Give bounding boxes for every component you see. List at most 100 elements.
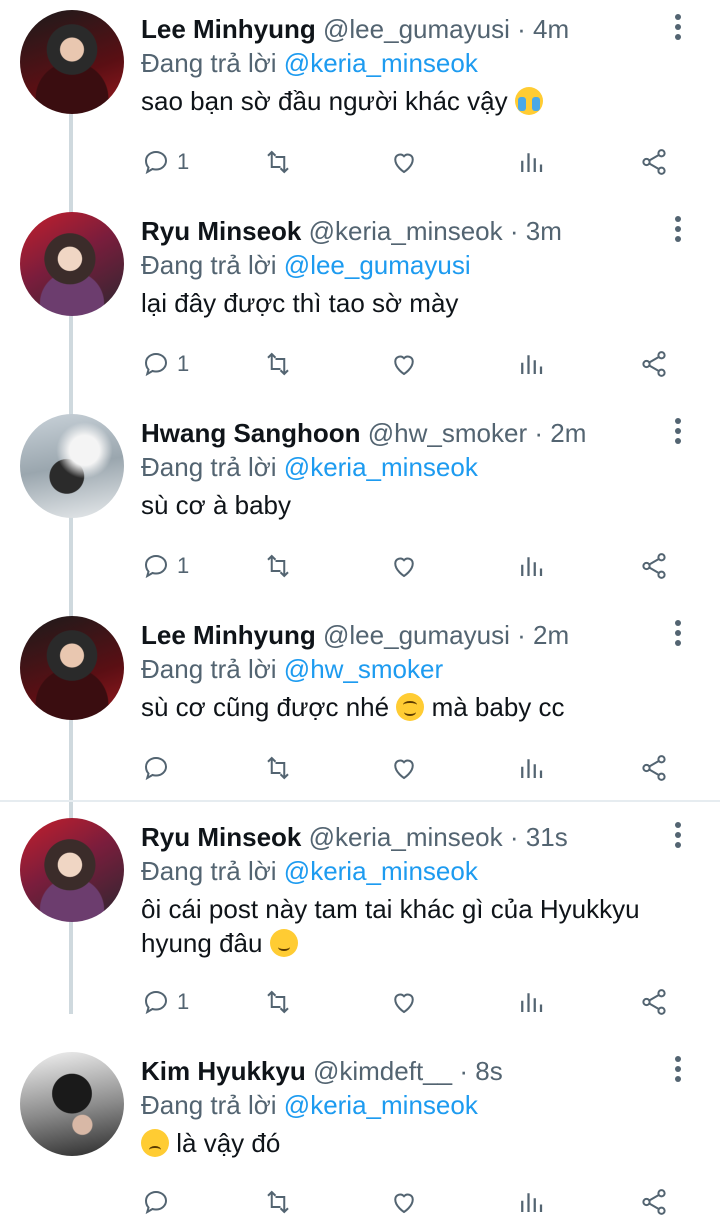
replying-to-mention[interactable]: @lee_gumayusi: [284, 250, 471, 280]
more-options-icon[interactable]: [664, 820, 692, 850]
replying-to-mention[interactable]: @keria_minseok: [284, 856, 478, 886]
tweet-4[interactable]: Lee Minhyung @lee_gumayusi · 2m Đang trả…: [0, 606, 720, 800]
share-button[interactable]: [639, 748, 669, 788]
display-name[interactable]: Ryu Minseok: [141, 822, 301, 852]
retweet-button[interactable]: [263, 344, 293, 384]
like-button[interactable]: [389, 982, 419, 1022]
replying-to-mention[interactable]: @keria_minseok: [284, 452, 478, 482]
tweet-actions: [0, 748, 720, 788]
share-icon: [642, 1189, 666, 1215]
timestamp[interactable]: 3m: [526, 216, 562, 246]
like-button[interactable]: [389, 344, 419, 384]
more-options-icon[interactable]: [664, 214, 692, 244]
avatar[interactable]: [20, 212, 124, 316]
more-options-icon[interactable]: [664, 618, 692, 648]
user-handle[interactable]: @keria_minseok: [309, 216, 503, 246]
display-name[interactable]: Kim Hyukkyu: [141, 1056, 306, 1086]
user-handle[interactable]: @lee_gumayusi: [323, 620, 510, 650]
heart-icon: [394, 355, 414, 376]
reply-button[interactable]: 1: [141, 982, 189, 1022]
speech-bubble-icon: [144, 150, 168, 175]
timestamp[interactable]: 8s: [475, 1056, 502, 1086]
share-button[interactable]: [639, 344, 669, 384]
like-button[interactable]: [389, 142, 419, 182]
user-handle[interactable]: @lee_gumayusi: [323, 14, 510, 44]
separator-dot: ·: [509, 216, 519, 246]
reply-button[interactable]: [141, 1182, 177, 1222]
share-button[interactable]: [639, 142, 669, 182]
view-stats-button[interactable]: [516, 344, 546, 384]
tweet-5[interactable]: Ryu Minseok @keria_minseok · 31s Đang tr…: [0, 808, 720, 1042]
replying-to: Đang trả lời @keria_minseok: [141, 1090, 478, 1120]
replying-to-mention[interactable]: @hw_smoker: [284, 654, 443, 684]
view-stats-button[interactable]: [516, 142, 546, 182]
tweet-header: Lee Minhyung @lee_gumayusi · 2m: [141, 620, 569, 650]
timestamp[interactable]: 31s: [526, 822, 568, 852]
replying-to: Đang trả lời @keria_minseok: [141, 856, 478, 886]
avatar[interactable]: [20, 1052, 124, 1156]
tweet-1[interactable]: Lee Minhyung @lee_gumayusi · 4m Đang trả…: [0, 0, 720, 200]
display-name[interactable]: Hwang Sanghoon: [141, 418, 361, 448]
more-options-icon[interactable]: [664, 12, 692, 42]
more-options-icon[interactable]: [664, 416, 692, 446]
tweet-text: sù cơ à baby: [141, 488, 701, 522]
like-button[interactable]: [389, 546, 419, 586]
replying-to: Đang trả lời @keria_minseok: [141, 48, 478, 78]
share-button[interactable]: [639, 546, 669, 586]
timestamp[interactable]: 2m: [533, 620, 569, 650]
user-handle[interactable]: @keria_minseok: [309, 822, 503, 852]
retweet-icon: [267, 1190, 289, 1214]
reply-button[interactable]: 1: [141, 344, 189, 384]
share-icon: [642, 149, 666, 175]
avatar[interactable]: [20, 818, 124, 922]
tweet-2[interactable]: Ryu Minseok @keria_minseok · 3m Đang trả…: [0, 202, 720, 402]
replying-to-label: Đang trả lời: [141, 654, 277, 684]
reply-button[interactable]: 1: [141, 142, 189, 182]
bar-chart-icon: [521, 1193, 543, 1212]
replying-to-label: Đang trả lời: [141, 1090, 277, 1120]
replying-to-mention[interactable]: @keria_minseok: [284, 48, 478, 78]
separator-dot: ·: [517, 620, 526, 650]
view-stats-button[interactable]: [516, 546, 546, 586]
more-options-icon[interactable]: [664, 1054, 692, 1084]
retweet-icon: [267, 150, 289, 174]
display-name[interactable]: Ryu Minseok: [141, 216, 301, 246]
avatar[interactable]: [20, 616, 124, 720]
retweet-button[interactable]: [263, 982, 293, 1022]
reply-button[interactable]: [141, 748, 177, 788]
user-handle[interactable]: @kimdeft__: [313, 1056, 452, 1086]
user-handle[interactable]: @hw_smoker: [368, 418, 527, 448]
display-name[interactable]: Lee Minhyung: [141, 620, 316, 650]
reply-button[interactable]: 1: [141, 546, 189, 586]
conversation-divider: [0, 800, 720, 802]
heart-icon: [394, 993, 414, 1014]
retweet-button[interactable]: [263, 748, 293, 788]
view-stats-button[interactable]: [516, 982, 546, 1022]
avatar[interactable]: [20, 10, 124, 114]
timestamp[interactable]: 2m: [550, 418, 586, 448]
avatar[interactable]: [20, 414, 124, 518]
retweet-button[interactable]: [263, 1182, 293, 1222]
display-name[interactable]: Lee Minhyung: [141, 14, 316, 44]
view-stats-button[interactable]: [516, 1182, 546, 1222]
tweet-text: ôi cái post này tam tai khác gì của Hyuk…: [141, 892, 701, 960]
retweet-button[interactable]: [263, 142, 293, 182]
tweet-text: lại đây được thì tao sờ mày: [141, 286, 701, 320]
retweet-button[interactable]: [263, 546, 293, 586]
retweet-icon: [267, 990, 289, 1014]
tweet-header: Hwang Sanghoon @hw_smoker · 2m: [141, 418, 586, 448]
like-button[interactable]: [389, 748, 419, 788]
share-button[interactable]: [639, 982, 669, 1022]
tweet-3[interactable]: Hwang Sanghoon @hw_smoker · 2m Đang trả …: [0, 404, 720, 604]
replying-to-mention[interactable]: @keria_minseok: [284, 1090, 478, 1120]
bar-chart-icon: [521, 759, 543, 778]
timestamp[interactable]: 4m: [533, 14, 569, 44]
heart-icon: [394, 1193, 414, 1214]
replying-to-label: Đang trả lời: [141, 856, 277, 886]
view-stats-button[interactable]: [516, 748, 546, 788]
retweet-icon: [267, 554, 289, 578]
bar-chart-icon: [521, 557, 543, 576]
like-button[interactable]: [389, 1182, 419, 1222]
tweet-6[interactable]: Kim Hyukkyu @kimdeft__ · 8s Đang trả lời…: [0, 1042, 720, 1230]
share-button[interactable]: [639, 1182, 669, 1222]
